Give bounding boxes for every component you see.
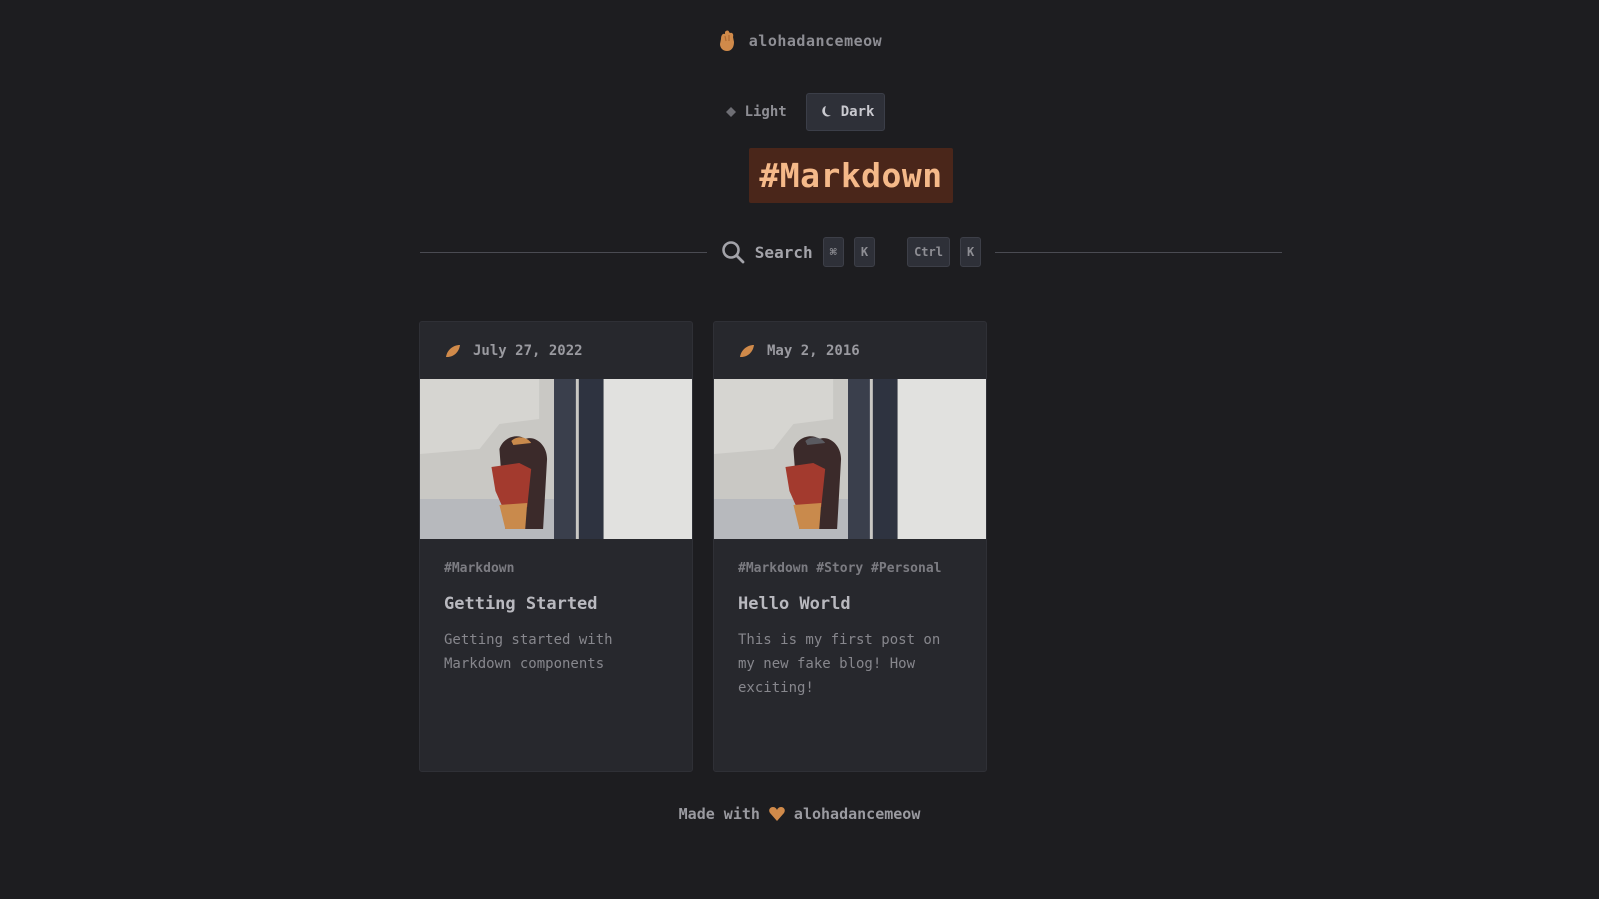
divider-right <box>995 251 1282 253</box>
page: alohadancemeow Light Dark #Markdown Sear… <box>0 0 1599 899</box>
light-theme-label: Light <box>744 104 787 120</box>
search-label: Search <box>754 242 813 262</box>
post-title[interactable]: Getting Started <box>420 576 692 614</box>
search-bar: Search ⌘ K Ctrl K <box>420 235 1282 269</box>
post-card[interactable]: May 2, 2016 #Markdown #Story #Personal H… <box>713 321 987 772</box>
post-tags[interactable]: #Markdown #Story #Personal <box>714 539 986 576</box>
light-theme-button[interactable]: Light <box>714 93 798 131</box>
divider-left <box>420 251 707 253</box>
post-thumbnail <box>714 379 986 539</box>
post-excerpt: Getting started with Markdown components <box>444 632 613 672</box>
dark-theme-label: Dark <box>840 104 875 120</box>
search-icon <box>721 241 745 264</box>
shortcut-key-ctrl: Ctrl <box>907 237 950 267</box>
post-date: May 2, 2016 <box>714 322 986 379</box>
site-brand-label: alohadancemeow <box>748 32 883 50</box>
post-date-label: May 2, 2016 <box>767 342 860 359</box>
post-card[interactable]: July 27, 2022 #Markdown Getting Started … <box>419 321 693 772</box>
sun-icon <box>725 107 736 117</box>
post-date: July 27, 2022 <box>420 322 692 379</box>
shortcut-key-k-2: K <box>959 237 982 267</box>
hand-logo-icon <box>719 30 734 51</box>
shortcut-key-cmd: ⌘ <box>822 237 844 267</box>
post-date-label: July 27, 2022 <box>473 342 583 359</box>
dark-theme-button[interactable]: Dark <box>805 93 886 131</box>
post-tags[interactable]: #Markdown <box>420 539 692 576</box>
post-title[interactable]: Hello World <box>714 576 986 614</box>
leaf-icon <box>446 344 460 357</box>
footer: Made with alohadancemeow <box>0 805 1599 823</box>
heart-icon <box>769 807 785 821</box>
site-brand[interactable]: alohadancemeow <box>0 30 1599 52</box>
leaf-icon <box>740 344 754 357</box>
shortcut-key-k: K <box>853 237 876 267</box>
footer-prefix: Made with <box>678 805 760 823</box>
post-excerpt: This is my first post on my new fake blo… <box>738 632 941 696</box>
post-thumbnail <box>420 379 692 539</box>
moon-icon <box>821 106 831 117</box>
page-title: #Markdown <box>749 148 953 203</box>
footer-author-link[interactable]: alohadancemeow <box>794 805 920 823</box>
theme-toggle: Light Dark <box>0 93 1599 131</box>
search-button[interactable]: Search ⌘ K Ctrl K <box>707 237 995 267</box>
